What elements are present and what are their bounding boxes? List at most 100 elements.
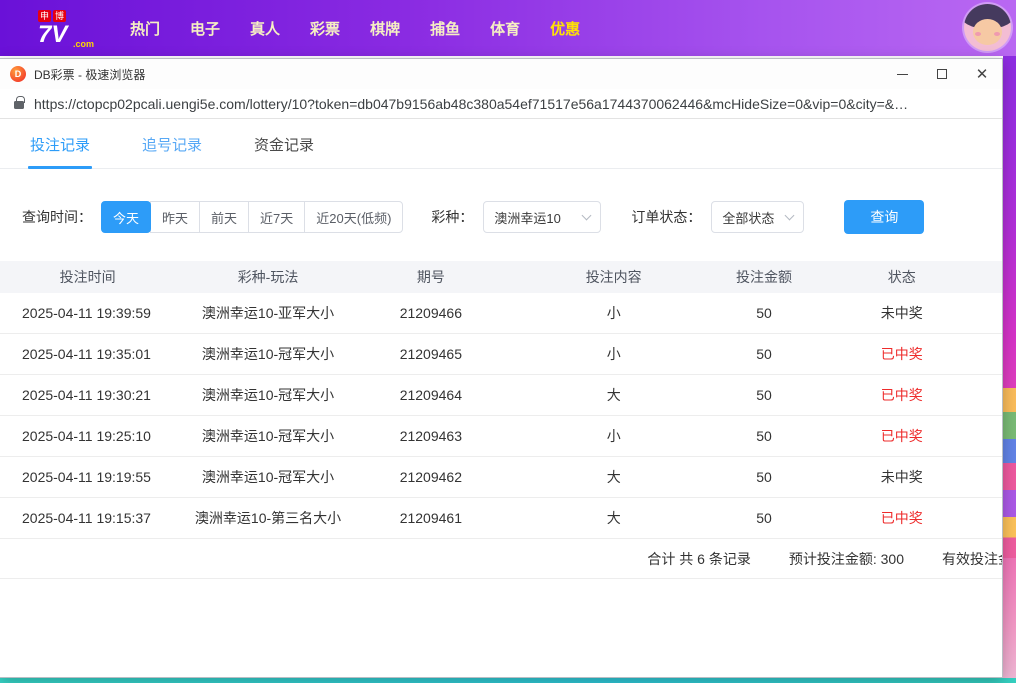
window-title: DB彩票 - 极速浏览器 <box>34 66 145 83</box>
nav-item[interactable]: 优惠 <box>550 18 580 39</box>
site-header: 申 博 7V.com 热门 电子 真人 彩票 棋牌 捕鱼 体育 优惠 <box>0 0 1016 56</box>
url-bar[interactable]: https://ctopcp02pcali.uengi5e.com/lotter… <box>0 89 1002 119</box>
cell-bet-amount: 50 <box>726 428 801 444</box>
table-header-cell: 彩种-玩法 <box>175 267 360 287</box>
record-tab[interactable]: 投注记录 <box>28 119 92 168</box>
close-icon: ✕ <box>976 65 989 83</box>
cell-bet-amount: 50 <box>726 387 801 403</box>
cell-play-type: 澳洲幸运10-冠军大小 <box>175 467 360 487</box>
avatar-face-graphic <box>973 19 1002 45</box>
table-row[interactable]: 2025-04-11 19:39:59 澳洲幸运10-亚军大小 21209466… <box>0 293 1002 334</box>
table-header-cell: 期号 <box>361 267 501 287</box>
table-row[interactable]: 2025-04-11 19:15:37 澳洲幸运10-第三名大小 2120946… <box>0 498 1002 539</box>
close-button[interactable]: ✕ <box>962 59 1002 89</box>
chevron-down-icon <box>582 210 592 220</box>
time-range-button[interactable]: 今天 <box>101 201 151 233</box>
time-filter-label: 查询时间： <box>22 207 92 227</box>
cell-play-type: 澳洲幸运10-亚军大小 <box>175 303 360 323</box>
search-button[interactable]: 查询 <box>844 200 924 234</box>
time-range-button[interactable]: 前天 <box>199 201 249 233</box>
logo-main-text: 7V <box>38 21 67 48</box>
window-controls: ✕ <box>882 59 1002 89</box>
minimize-button[interactable] <box>882 59 922 89</box>
time-range-button[interactable]: 近7天 <box>248 201 305 233</box>
cell-status: 未中奖 <box>802 467 1002 487</box>
order-status-select[interactable]: 全部状态 <box>711 201 804 233</box>
cell-issue-number: 21209461 <box>361 510 501 526</box>
table-row[interactable]: 2025-04-11 19:30:21 澳洲幸运10-冠军大小 21209464… <box>0 375 1002 416</box>
maximize-button[interactable] <box>922 59 962 89</box>
cell-bet-time: 2025-04-11 19:25:10 <box>0 428 175 444</box>
summary-expected-amount: 预计投注金额: 300 <box>789 549 904 569</box>
cell-bet-amount: 50 <box>726 510 801 526</box>
db-favicon-icon: D <box>10 66 26 82</box>
status-filter-label: 订单状态： <box>631 207 701 227</box>
table-header-cell: 投注内容 <box>501 267 726 287</box>
lottery-filter-label: 彩种： <box>431 207 473 227</box>
lottery-records-panel: 投注记录追号记录资金记录 查询时间： 今天昨天前天近7天近20天(低频) 彩种：… <box>0 119 1002 678</box>
cell-bet-content: 小 <box>501 426 726 446</box>
cell-bet-time: 2025-04-11 19:30:21 <box>0 387 175 403</box>
minimize-icon <box>897 74 908 75</box>
table-row[interactable]: 2025-04-11 19:25:10 澳洲幸运10-冠军大小 21209463… <box>0 416 1002 457</box>
cell-bet-time: 2025-04-11 19:39:59 <box>0 305 175 321</box>
lottery-select-value: 澳洲幸运10 <box>494 208 560 227</box>
records-table: 投注时间彩种-玩法期号投注内容投注金额状态 2025-04-11 19:39:5… <box>0 261 1002 579</box>
cell-play-type: 澳洲幸运10-冠军大小 <box>175 385 360 405</box>
table-summary: 合计 共 6 条记录 预计投注金额: 300 有效投注金 <box>0 539 1002 579</box>
maximize-icon <box>937 69 947 79</box>
site-logo[interactable]: 申 博 7V.com <box>38 10 96 47</box>
background-game-art <box>1003 388 1016 558</box>
cell-status: 已中奖 <box>802 385 1002 405</box>
table-body: 2025-04-11 19:39:59 澳洲幸运10-亚军大小 21209466… <box>0 293 1002 539</box>
lottery-select[interactable]: 澳洲幸运10 <box>483 201 601 233</box>
chevron-down-icon <box>785 210 795 220</box>
user-avatar[interactable] <box>964 4 1011 51</box>
record-tab[interactable]: 资金记录 <box>252 119 316 168</box>
nav-item[interactable]: 热门 <box>130 18 160 39</box>
nav-item[interactable]: 彩票 <box>310 18 340 39</box>
summary-total-records: 合计 共 6 条记录 <box>647 549 750 569</box>
table-header-cell: 状态 <box>802 267 1002 287</box>
cell-bet-amount: 50 <box>726 469 801 485</box>
nav-item[interactable]: 棋牌 <box>370 18 400 39</box>
cell-status: 已中奖 <box>802 426 1002 446</box>
cell-bet-content: 小 <box>501 344 726 364</box>
nav-item[interactable]: 真人 <box>250 18 280 39</box>
main-nav: 热门 电子 真人 彩票 棋牌 捕鱼 体育 优惠 <box>130 18 580 39</box>
window-titlebar[interactable]: D DB彩票 - 极速浏览器 ✕ <box>0 59 1002 89</box>
cell-issue-number: 21209464 <box>361 387 501 403</box>
time-range-button[interactable]: 近20天(低频) <box>304 201 403 233</box>
nav-item[interactable]: 捕鱼 <box>430 18 460 39</box>
table-header-row: 投注时间彩种-玩法期号投注内容投注金额状态 <box>0 261 1002 293</box>
table-header-cell: 投注时间 <box>0 267 175 287</box>
nav-item[interactable]: 体育 <box>490 18 520 39</box>
favicon-letter: D <box>15 69 22 79</box>
logo-text: 7V.com <box>38 23 96 47</box>
filter-bar: 查询时间： 今天昨天前天近7天近20天(低频) 彩种： 澳洲幸运10 订单状态：… <box>0 199 1002 235</box>
cell-issue-number: 21209465 <box>361 346 501 362</box>
nav-item[interactable]: 电子 <box>190 18 220 39</box>
time-range-group: 今天昨天前天近7天近20天(低频) <box>102 201 403 233</box>
cell-bet-amount: 50 <box>726 305 801 321</box>
cell-status: 已中奖 <box>802 344 1002 364</box>
record-tab[interactable]: 追号记录 <box>140 119 204 168</box>
table-header-cell: 投注金额 <box>726 267 801 287</box>
cell-bet-content: 大 <box>501 508 726 528</box>
cell-bet-content: 大 <box>501 385 726 405</box>
cell-bet-content: 大 <box>501 467 726 487</box>
background-page-bottom-strip <box>0 678 1016 683</box>
record-tabs: 投注记录追号记录资金记录 <box>0 119 1002 169</box>
url-text[interactable]: https://ctopcp02pcali.uengi5e.com/lotter… <box>34 96 908 112</box>
cell-bet-amount: 50 <box>726 346 801 362</box>
cell-issue-number: 21209462 <box>361 469 501 485</box>
cell-status: 已中奖 <box>802 508 1002 528</box>
cell-bet-time: 2025-04-11 19:15:37 <box>0 510 175 526</box>
cell-play-type: 澳洲幸运10-冠军大小 <box>175 344 360 364</box>
time-range-button[interactable]: 昨天 <box>150 201 200 233</box>
cell-bet-time: 2025-04-11 19:19:55 <box>0 469 175 485</box>
table-row[interactable]: 2025-04-11 19:35:01 澳洲幸运10-冠军大小 21209465… <box>0 334 1002 375</box>
logo-suffix: .com <box>73 32 94 56</box>
table-row[interactable]: 2025-04-11 19:19:55 澳洲幸运10-冠军大小 21209462… <box>0 457 1002 498</box>
cell-issue-number: 21209466 <box>361 305 501 321</box>
